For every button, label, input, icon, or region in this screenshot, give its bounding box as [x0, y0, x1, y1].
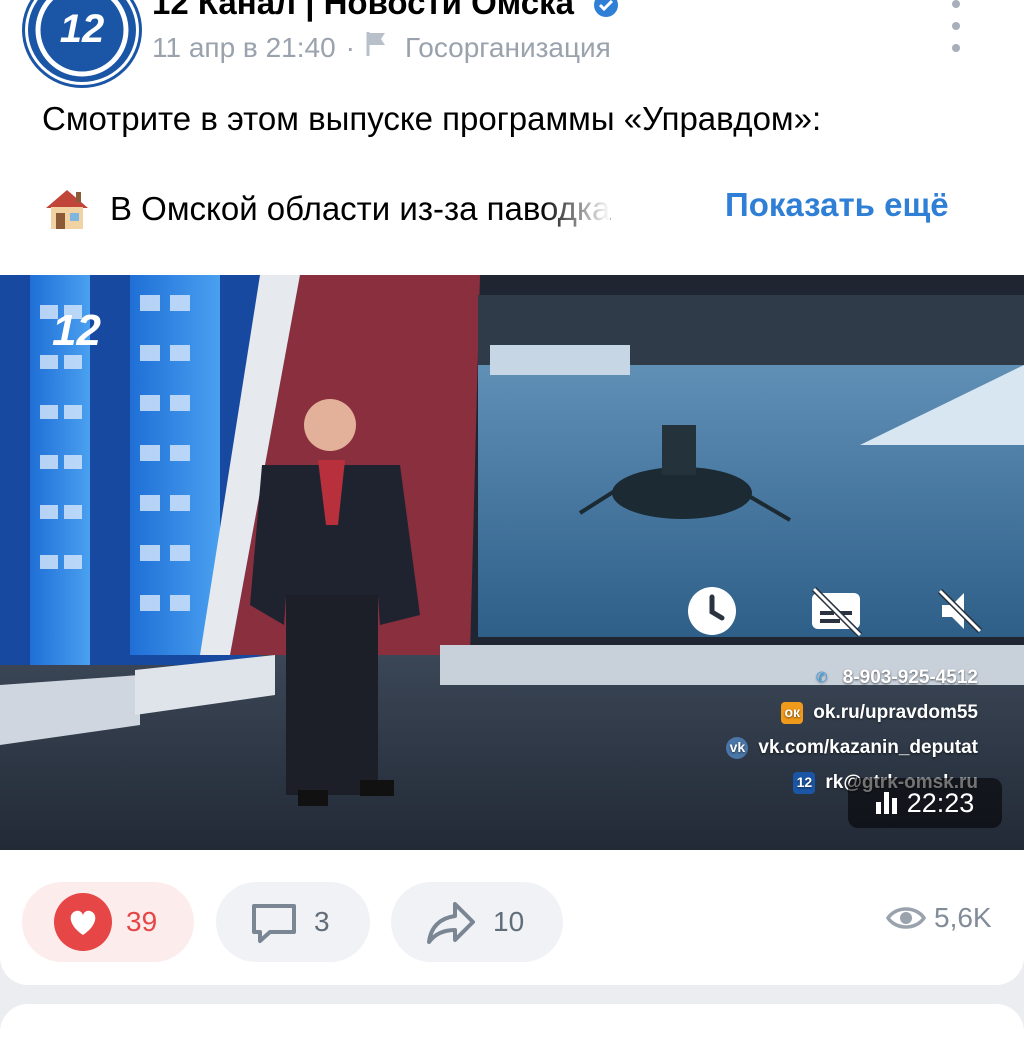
video-player[interactable]: 12 ✆ 8-903-925-4512 ок ok.ru/upravdom55 …: [0, 275, 1024, 850]
author-type: Госорганизация: [404, 31, 611, 63]
author-name-text[interactable]: 12 Канал | Новости Омска: [152, 0, 574, 21]
post-date[interactable]: 11 апр в 21:40: [152, 32, 336, 64]
house-emoji-icon: [42, 186, 92, 232]
heart-icon: [54, 893, 112, 951]
video-duration-badge: 22:23: [848, 778, 1002, 828]
svg-text:12: 12: [60, 7, 105, 51]
post-text-line2-row: В Омской области из-за паводка: [42, 186, 611, 232]
next-post-card: [0, 1004, 1024, 1044]
share-icon: [427, 902, 475, 944]
comment-icon: [252, 904, 296, 943]
like-count: 39: [126, 906, 158, 937]
comment-count: 3: [314, 906, 330, 937]
contact-ok: ок ok.ru/upravdom55: [726, 695, 978, 730]
mute-icon[interactable]: [932, 583, 988, 639]
vk-icon: vk: [726, 736, 749, 759]
contact-phone: ✆ 8-903-925-4512: [726, 660, 978, 695]
share-count: 10: [493, 906, 525, 937]
verified-icon: [594, 0, 619, 18]
share-button[interactable]: 10: [391, 882, 563, 962]
contact-vk: vk vk.com/kazanin_deputat: [726, 730, 978, 765]
flag-icon: [365, 30, 391, 65]
comment-button[interactable]: 3: [216, 882, 370, 962]
eye-icon: [886, 907, 926, 929]
like-button[interactable]: 39: [22, 882, 194, 962]
subtitles-off-icon[interactable]: [808, 583, 864, 639]
post-text-line1: Смотрите в этом выпуске программы «Управ…: [42, 100, 822, 137]
post-meta: 11 апр в 21:40 · Госорганизация: [152, 30, 611, 65]
meta-separator: ·: [345, 31, 355, 63]
phone-icon: ✆: [815, 669, 828, 685]
svg-text:12: 12: [52, 306, 101, 355]
equalizer-icon: [875, 792, 897, 814]
channel12-icon: 12: [793, 771, 816, 794]
watch-later-icon[interactable]: [684, 583, 740, 639]
video-duration: 22:23: [906, 787, 975, 818]
channel-avatar[interactable]: 12: [28, 0, 136, 82]
ok-icon: ок: [781, 701, 804, 724]
views-count: 5,6K: [934, 902, 992, 933]
views-counter: 5,6K: [886, 902, 992, 934]
more-options-icon[interactable]: [936, 0, 976, 52]
post-text-truncated: В Омской области из-за паводка: [110, 190, 611, 228]
post-card: 12 12 Канал | Новости Омска 11 апр в 21:…: [0, 0, 1024, 985]
show-more-link[interactable]: Показать ещё: [725, 186, 949, 224]
author-name[interactable]: 12 Канал | Новости Омска: [152, 0, 619, 22]
